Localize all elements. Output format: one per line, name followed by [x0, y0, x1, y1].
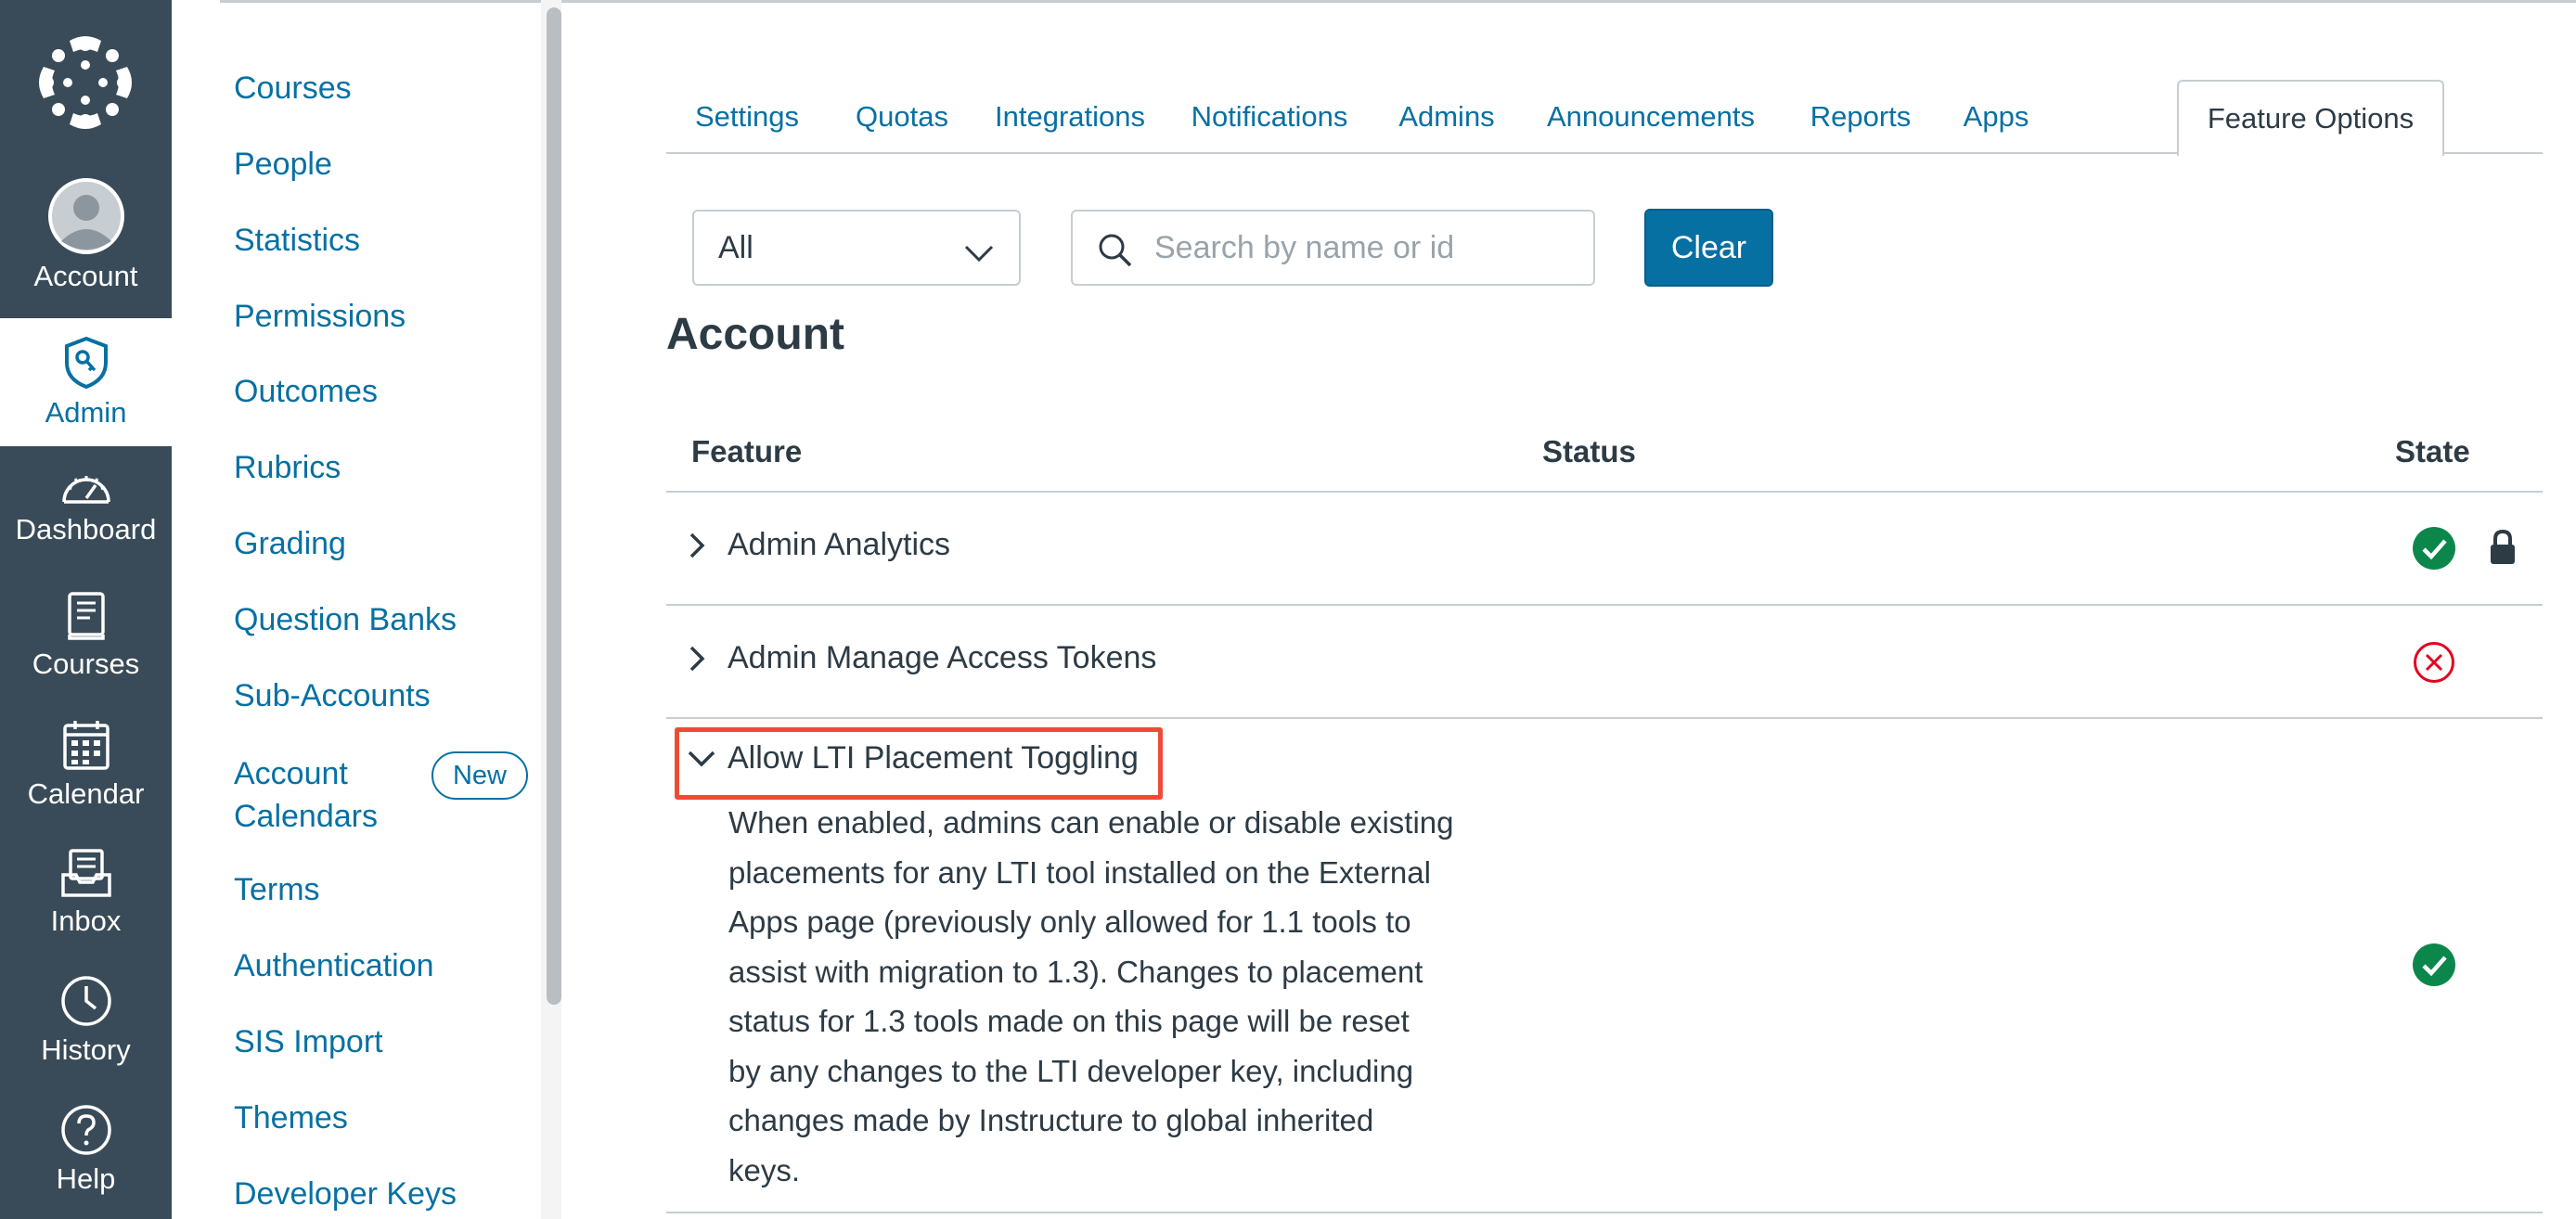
enabled-check-icon[interactable]: [2413, 527, 2455, 574]
chevron-right-icon: [687, 531, 720, 560]
tab-quotas[interactable]: Quotas: [828, 80, 976, 154]
column-header-state: State: [2395, 434, 2470, 468]
top-border: [220, 0, 2576, 3]
feature-row-toggle[interactable]: Admin Manage Access Tokens: [687, 640, 1156, 676]
account-subnav: Courses People Statistics Permissions Ou…: [172, 0, 561, 1219]
feature-name: Admin Manage Access Tokens: [728, 640, 1157, 675]
clock-icon: [59, 974, 113, 1028]
chevron-down-icon: [687, 749, 720, 769]
book-icon: [64, 590, 109, 642]
tab-settings[interactable]: Settings: [666, 80, 828, 154]
global-nav-label: Courses: [32, 648, 140, 680]
section-title: Account: [666, 310, 844, 359]
feature-name: Allow LTI Placement Toggling: [728, 740, 1139, 776]
description-line: by any changes to the LTI developer key,…: [728, 1053, 1414, 1088]
enabled-check-icon[interactable]: [2413, 943, 2455, 991]
table-divider: [666, 1212, 2543, 1213]
subnav-item-developer-keys[interactable]: Developer Keys: [234, 1176, 457, 1213]
subnav-scrollbar-thumb[interactable]: [547, 7, 561, 1005]
table-divider: [666, 717, 2543, 719]
tab-notifications[interactable]: Notifications: [1164, 80, 1375, 154]
tab-announcements[interactable]: Announcements: [1518, 80, 1784, 154]
subnav-item-grading[interactable]: Grading: [234, 526, 346, 562]
calendar-icon: [61, 718, 111, 772]
subnav-item-statistics[interactable]: Statistics: [234, 223, 360, 259]
subnav-item-sis-import[interactable]: SIS Import: [234, 1024, 383, 1060]
canvas-logo[interactable]: [34, 32, 136, 134]
search-icon: [1097, 232, 1134, 274]
subnav-item-terms[interactable]: Terms: [234, 872, 320, 908]
global-nav-label: Calendar: [27, 777, 145, 810]
global-nav-calendar[interactable]: Calendar: [0, 718, 172, 811]
subnav-item-sub-accounts[interactable]: Sub-Accounts: [234, 678, 431, 714]
lock-icon: [2488, 529, 2518, 571]
subnav-item-authentication[interactable]: Authentication: [234, 948, 434, 984]
global-nav-label: Account: [33, 260, 138, 292]
table-divider: [666, 491, 2543, 493]
description-line: changes made by Instructure to global in…: [728, 1103, 1374, 1137]
help-icon: [59, 1103, 113, 1157]
search-input[interactable]: [1154, 225, 1581, 271]
description-line: assist with migration to 1.3). Changes t…: [728, 954, 1423, 989]
feature-filter-select[interactable]: All: [692, 210, 1021, 286]
description-line: status for 1.3 tools made on this page w…: [728, 1004, 1410, 1038]
inbox-icon: [59, 847, 113, 899]
tab-integrations[interactable]: Integrations: [976, 80, 1164, 154]
subnav-item-account-calendars[interactable]: Account Calendars: [234, 752, 419, 838]
global-nav-label: Dashboard: [15, 513, 157, 545]
global-nav-admin[interactable]: Admin: [0, 318, 172, 446]
feature-row-toggle[interactable]: Allow LTI Placement Toggling: [687, 740, 1139, 776]
subnav-item-rubrics[interactable]: Rubrics: [234, 450, 341, 486]
chevron-right-icon: [687, 644, 720, 674]
table-divider: [666, 604, 2543, 606]
settings-tabs: Settings Quotas Integrations Notificatio…: [666, 80, 2543, 156]
tab-apps[interactable]: Apps: [1938, 80, 2054, 154]
subnav-item-courses[interactable]: Courses: [234, 71, 352, 107]
new-badge: New: [431, 751, 528, 800]
description-line: keys.: [728, 1152, 801, 1187]
global-nav-label: Admin: [45, 396, 127, 429]
feature-search-box[interactable]: [1071, 210, 1595, 286]
subnav-item-themes[interactable]: Themes: [234, 1100, 348, 1136]
global-nav-courses[interactable]: Courses: [0, 590, 172, 681]
avatar-icon: [47, 178, 124, 254]
filter-selected-value: All: [718, 229, 753, 265]
global-nav-dashboard[interactable]: Dashboard: [0, 467, 172, 546]
subnav-item-outcomes[interactable]: Outcomes: [234, 374, 378, 410]
tab-feature-options[interactable]: Feature Options: [2177, 80, 2444, 156]
subnav-item-people[interactable]: People: [234, 147, 332, 183]
disabled-x-icon[interactable]: [2413, 641, 2455, 688]
column-header-status: Status: [1542, 434, 1636, 468]
global-nav-label: Inbox: [50, 905, 122, 937]
feature-row-toggle[interactable]: Admin Analytics: [687, 527, 950, 563]
global-nav-history[interactable]: History: [0, 974, 172, 1067]
global-nav-label: Help: [56, 1162, 116, 1195]
chevron-down-icon: [963, 236, 995, 272]
tab-reports[interactable]: Reports: [1784, 80, 1938, 154]
subnav-item-permissions[interactable]: Permissions: [234, 299, 406, 335]
column-header-feature: Feature: [691, 434, 803, 468]
tab-admins[interactable]: Admins: [1375, 80, 1518, 154]
global-nav-account[interactable]: Account: [0, 178, 172, 301]
subnav-item-question-banks[interactable]: Question Banks: [234, 602, 457, 638]
global-nav-label: History: [41, 1033, 131, 1066]
dashboard-gauge-icon: [58, 467, 114, 507]
admin-shield-icon: [61, 335, 111, 391]
global-nav-help[interactable]: Help: [0, 1103, 172, 1196]
feature-name: Admin Analytics: [728, 527, 950, 562]
global-nav: Account Admin Dashboard Courses Calendar…: [0, 0, 172, 1219]
description-line: Apps page (previously only allowed for 1…: [728, 905, 1411, 939]
description-line: placements for any LTI tool installed on…: [728, 854, 1431, 890]
clear-button[interactable]: Clear: [1644, 209, 1773, 287]
description-line: When enabled, admins can enable or disab…: [728, 805, 1454, 840]
global-nav-inbox[interactable]: Inbox: [0, 847, 172, 938]
feature-description: When enabled, admins can enable or disab…: [728, 798, 1499, 1195]
